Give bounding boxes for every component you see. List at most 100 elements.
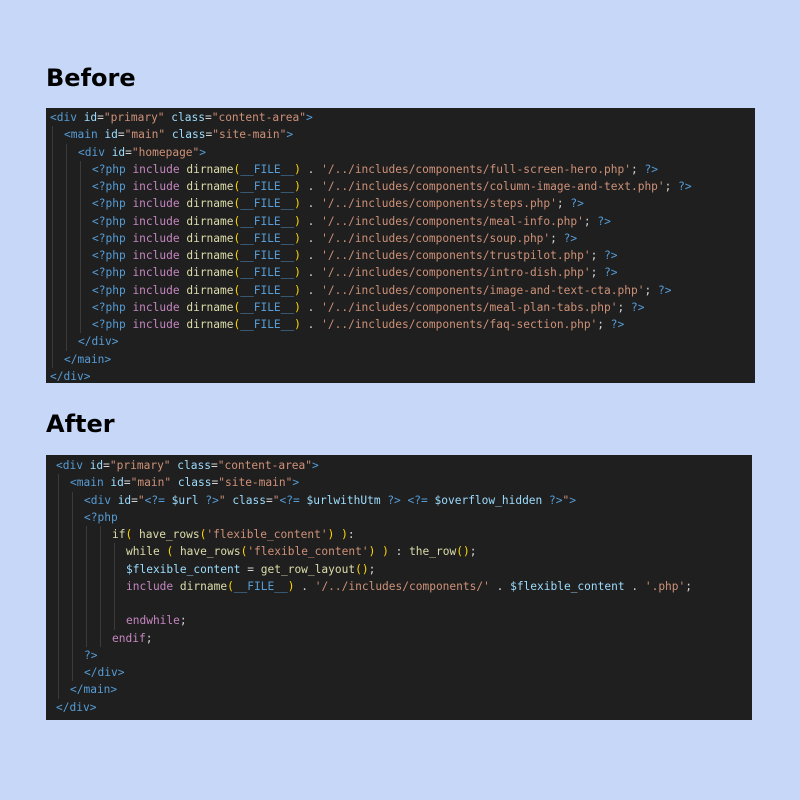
- code-text: </main>: [64, 352, 112, 366]
- indent-guide: [80, 316, 81, 334]
- indent-guide: [52, 195, 53, 213]
- indent-guide: [100, 526, 101, 544]
- code-text: </div>: [50, 369, 91, 383]
- indent-guide: [66, 178, 67, 196]
- code-line: </div>: [50, 333, 755, 351]
- indent-guide: [80, 229, 81, 247]
- include-line: <?php include dirname(__FILE__) . '/../i…: [50, 298, 755, 316]
- code-line: <main id="main" class="site-main">: [50, 126, 755, 144]
- indent-guide: [86, 629, 87, 647]
- indent-guide: [100, 560, 101, 578]
- code-text: <div id="primary" class="content-area">: [56, 459, 319, 472]
- before-code-editor[interactable]: <div id="primary" class="content-area"> <…: [46, 108, 755, 383]
- indent-guide: [80, 298, 81, 316]
- include-line: <?php include dirname(__FILE__) . '/../i…: [50, 264, 755, 282]
- code-line: [56, 595, 752, 613]
- indent-guide: [100, 595, 101, 613]
- indent-guide: [58, 577, 59, 595]
- code-text: <div id="primary" class="content-area">: [50, 111, 313, 124]
- include-line: <?php include dirname(__FILE__) . '/../i…: [50, 160, 755, 178]
- code-line: endwhile;: [56, 612, 752, 630]
- code-line: while ( have_rows('flexible_content') ) …: [56, 543, 752, 561]
- indent-guide: [80, 178, 81, 196]
- include-line: <?php include dirname(__FILE__) . '/../i…: [50, 178, 755, 196]
- indent-guide: [100, 612, 101, 630]
- code-line: $flexible_content = get_row_layout();: [56, 560, 752, 578]
- after-heading: After: [46, 410, 115, 438]
- indent-guide: [52, 229, 53, 247]
- code-text: <div id="<?= $url ?>" class="<?= $urlwit…: [84, 493, 577, 507]
- code-text: </main>: [70, 683, 118, 697]
- indent-guide: [52, 126, 53, 144]
- indent-guide: [80, 264, 81, 282]
- indent-guide: [66, 143, 67, 161]
- indent-guide: [72, 577, 73, 595]
- code-text: <?php include dirname(__FILE__) . '/../i…: [92, 162, 658, 176]
- code-line: <main id="main" class="site-main">: [56, 474, 752, 492]
- indent-guide: [52, 281, 53, 299]
- indent-guide: [80, 281, 81, 299]
- indent-guide: [114, 543, 115, 561]
- code-line: <div id="primary" class="content-area">: [56, 457, 752, 474]
- indent-guide: [72, 595, 73, 613]
- indent-guide: [72, 543, 73, 561]
- indent-guide: [58, 560, 59, 578]
- code-line: <div id="<?= $url ?>" class="<?= $urlwit…: [56, 491, 752, 509]
- code-line: <div id="homepage">: [50, 143, 755, 161]
- indent-guide: [52, 212, 53, 230]
- indent-guide: [86, 577, 87, 595]
- indent-guide: [100, 577, 101, 595]
- indent-guide: [66, 316, 67, 334]
- code-text: endif;: [112, 631, 153, 645]
- indent-guide: [52, 264, 53, 282]
- include-line: <?php include dirname(__FILE__) . '/../i…: [50, 281, 755, 299]
- indent-guide: [86, 543, 87, 561]
- indent-guide: [80, 247, 81, 265]
- code-text: $flexible_content = get_row_layout();: [126, 562, 376, 576]
- indent-guide: [58, 646, 59, 664]
- indent-guide: [72, 612, 73, 630]
- indent-guide: [58, 526, 59, 544]
- indent-guide: [72, 646, 73, 664]
- code-text: <main id="main" class="site-main">: [70, 476, 300, 490]
- indent-guide: [58, 629, 59, 647]
- indent-guide: [52, 316, 53, 334]
- indent-guide: [114, 595, 115, 613]
- indent-guide: [66, 264, 67, 282]
- code-line: if( have_rows('flexible_content') ):: [56, 526, 752, 544]
- code-text: include dirname(__FILE__) . '/../include…: [126, 579, 693, 593]
- code-line: </div>: [50, 368, 755, 383]
- include-line: <?php include dirname(__FILE__) . '/../i…: [50, 247, 755, 265]
- indent-guide: [66, 212, 67, 230]
- indent-guide: [58, 474, 59, 492]
- code-line: <?php: [56, 508, 752, 526]
- indent-guide: [66, 247, 67, 265]
- indent-guide: [66, 333, 67, 351]
- include-line: <?php include dirname(__FILE__) . '/../i…: [50, 229, 755, 247]
- indent-guide: [52, 160, 53, 178]
- code-text: endwhile;: [126, 614, 187, 628]
- include-line: <?php include dirname(__FILE__) . '/../i…: [50, 316, 755, 334]
- indent-guide: [100, 629, 101, 647]
- code-text: <?php: [84, 510, 118, 524]
- indent-guide: [72, 560, 73, 578]
- code-text: </div>: [84, 666, 125, 679]
- after-code-editor[interactable]: <div id="primary" class="content-area"> <…: [46, 455, 752, 720]
- code-text: <?php include dirname(__FILE__) . '/../i…: [92, 231, 578, 245]
- indent-guide: [72, 491, 73, 509]
- code-text: <?php include dirname(__FILE__) . '/../i…: [92, 197, 584, 211]
- indent-guide: [80, 160, 81, 178]
- indent-guide: [114, 577, 115, 595]
- indent-guide: [72, 629, 73, 647]
- indent-guide: [114, 560, 115, 578]
- code-text: <main id="main" class="site-main">: [64, 128, 294, 142]
- indent-guide: [86, 526, 87, 544]
- indent-guide: [58, 491, 59, 509]
- indent-guide: [58, 508, 59, 526]
- indent-guide: [114, 612, 115, 630]
- code-text: <?php include dirname(__FILE__) . '/../i…: [92, 249, 618, 262]
- code-text: <?php include dirname(__FILE__) . '/../i…: [92, 180, 692, 193]
- indent-guide: [52, 298, 53, 316]
- indent-guide: [52, 143, 53, 161]
- indent-guide: [66, 281, 67, 299]
